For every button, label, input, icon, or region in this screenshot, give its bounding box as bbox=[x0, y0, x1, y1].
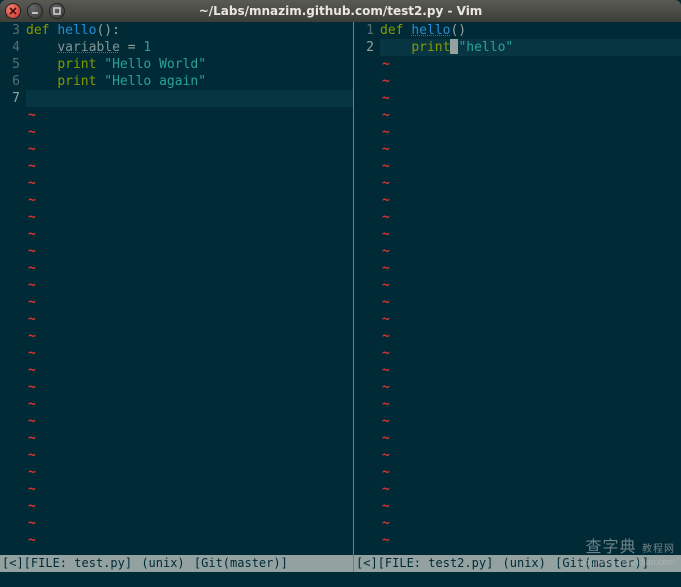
empty-line-tilde: ~ bbox=[26, 158, 353, 175]
window-title: ~/Labs/mnazim.github.com/test2.py - Vim bbox=[0, 4, 681, 18]
empty-line-tilde: ~ bbox=[380, 175, 681, 192]
empty-line-tilde: ~ bbox=[380, 158, 681, 175]
empty-line-tilde: ~ bbox=[26, 192, 353, 209]
status-arrow: [<] bbox=[2, 556, 24, 570]
empty-line-tilde: ~ bbox=[380, 396, 681, 413]
code-line[interactable]: print "Hello World" bbox=[26, 56, 353, 73]
empty-line-tilde: ~ bbox=[380, 379, 681, 396]
empty-line-tilde: ~ bbox=[26, 209, 353, 226]
status-format: (unix) bbox=[503, 556, 546, 570]
empty-line-tilde: ~ bbox=[380, 362, 681, 379]
status-file-label: [FILE: bbox=[24, 556, 75, 570]
empty-line-tilde: ~ bbox=[26, 362, 353, 379]
empty-line-tilde: ~ bbox=[26, 294, 353, 311]
status-git: [Git(master)] bbox=[194, 556, 288, 570]
code-area-right[interactable]: 12 def hello() print"hello"~~~~~~~~~~~~~… bbox=[354, 22, 681, 555]
empty-line-tilde: ~ bbox=[380, 124, 681, 141]
empty-line-tilde: ~ bbox=[380, 532, 681, 549]
empty-line-tilde: ~ bbox=[26, 243, 353, 260]
empty-line-tilde: ~ bbox=[26, 175, 353, 192]
command-line[interactable] bbox=[0, 572, 681, 587]
empty-line-tilde: ~ bbox=[26, 311, 353, 328]
empty-line-tilde: ~ bbox=[380, 515, 681, 532]
editor-area: 34567 def hello(): variable = 1 print "H… bbox=[0, 22, 681, 572]
status-git: [Git(master)] bbox=[555, 556, 649, 570]
code-line[interactable]: variable = 1 bbox=[26, 39, 353, 56]
window-titlebar: ~/Labs/mnazim.github.com/test2.py - Vim bbox=[0, 0, 681, 22]
status-file-close: ] bbox=[486, 556, 493, 570]
gutter-left: 34567 bbox=[0, 22, 26, 555]
empty-line-tilde: ~ bbox=[26, 481, 353, 498]
code-area-left[interactable]: 34567 def hello(): variable = 1 print "H… bbox=[0, 22, 353, 555]
pane-left[interactable]: 34567 def hello(): variable = 1 print "H… bbox=[0, 22, 353, 572]
empty-line-tilde: ~ bbox=[26, 532, 353, 549]
code-line[interactable]: print "Hello again" bbox=[26, 73, 353, 90]
status-file-name: test2.py bbox=[428, 556, 486, 570]
empty-line-tilde: ~ bbox=[380, 192, 681, 209]
close-icon[interactable] bbox=[5, 3, 21, 19]
empty-line-tilde: ~ bbox=[380, 73, 681, 90]
empty-line-tilde: ~ bbox=[380, 141, 681, 158]
empty-line-tilde: ~ bbox=[26, 277, 353, 294]
maximize-icon[interactable] bbox=[49, 3, 65, 19]
empty-line-tilde: ~ bbox=[380, 311, 681, 328]
empty-line-tilde: ~ bbox=[26, 379, 353, 396]
empty-line-tilde: ~ bbox=[380, 498, 681, 515]
minimize-icon[interactable] bbox=[27, 3, 43, 19]
empty-line-tilde: ~ bbox=[380, 345, 681, 362]
empty-line-tilde: ~ bbox=[26, 328, 353, 345]
status-format: (unix) bbox=[141, 556, 184, 570]
empty-line-tilde: ~ bbox=[26, 345, 353, 362]
empty-line-tilde: ~ bbox=[380, 260, 681, 277]
status-arrow: [<] bbox=[356, 556, 378, 570]
code-line[interactable]: def hello() bbox=[380, 22, 681, 39]
empty-line-tilde: ~ bbox=[380, 243, 681, 260]
code-line[interactable]: def hello(): bbox=[26, 22, 353, 39]
empty-line-tilde: ~ bbox=[26, 141, 353, 158]
empty-line-tilde: ~ bbox=[26, 107, 353, 124]
gutter-right: 12 bbox=[354, 22, 380, 555]
empty-line-tilde: ~ bbox=[26, 464, 353, 481]
statusbar-left: [<][FILE: test.py] (unix) [Git(master)] bbox=[0, 555, 353, 572]
code-line[interactable]: print"hello" bbox=[380, 39, 681, 56]
empty-line-tilde: ~ bbox=[380, 209, 681, 226]
codelines-left[interactable]: def hello(): variable = 1 print "Hello W… bbox=[26, 22, 353, 555]
empty-line-tilde: ~ bbox=[380, 481, 681, 498]
status-file-label: [FILE: bbox=[378, 556, 429, 570]
empty-line-tilde: ~ bbox=[26, 260, 353, 277]
empty-line-tilde: ~ bbox=[380, 430, 681, 447]
empty-line-tilde: ~ bbox=[380, 447, 681, 464]
empty-line-tilde: ~ bbox=[380, 413, 681, 430]
statusbar-right: [<][FILE: test2.py] (unix) [Git(master)] bbox=[354, 555, 681, 572]
empty-line-tilde: ~ bbox=[380, 56, 681, 73]
empty-line-tilde: ~ bbox=[380, 226, 681, 243]
empty-line-tilde: ~ bbox=[380, 107, 681, 124]
empty-line-tilde: ~ bbox=[26, 413, 353, 430]
empty-line-tilde: ~ bbox=[26, 498, 353, 515]
pane-right[interactable]: 12 def hello() print"hello"~~~~~~~~~~~~~… bbox=[354, 22, 681, 572]
empty-line-tilde: ~ bbox=[26, 430, 353, 447]
empty-line-tilde: ~ bbox=[26, 124, 353, 141]
empty-line-tilde: ~ bbox=[380, 464, 681, 481]
status-file-close: ] bbox=[125, 556, 132, 570]
empty-line-tilde: ~ bbox=[380, 294, 681, 311]
empty-line-tilde: ~ bbox=[380, 90, 681, 107]
empty-line-tilde: ~ bbox=[380, 328, 681, 345]
empty-line-tilde: ~ bbox=[26, 226, 353, 243]
empty-line-tilde: ~ bbox=[26, 515, 353, 532]
code-line[interactable] bbox=[26, 90, 353, 107]
empty-line-tilde: ~ bbox=[26, 396, 353, 413]
empty-line-tilde: ~ bbox=[26, 447, 353, 464]
codelines-right[interactable]: def hello() print"hello"~~~~~~~~~~~~~~~~… bbox=[380, 22, 681, 555]
status-file-name: test.py bbox=[74, 556, 125, 570]
empty-line-tilde: ~ bbox=[380, 277, 681, 294]
